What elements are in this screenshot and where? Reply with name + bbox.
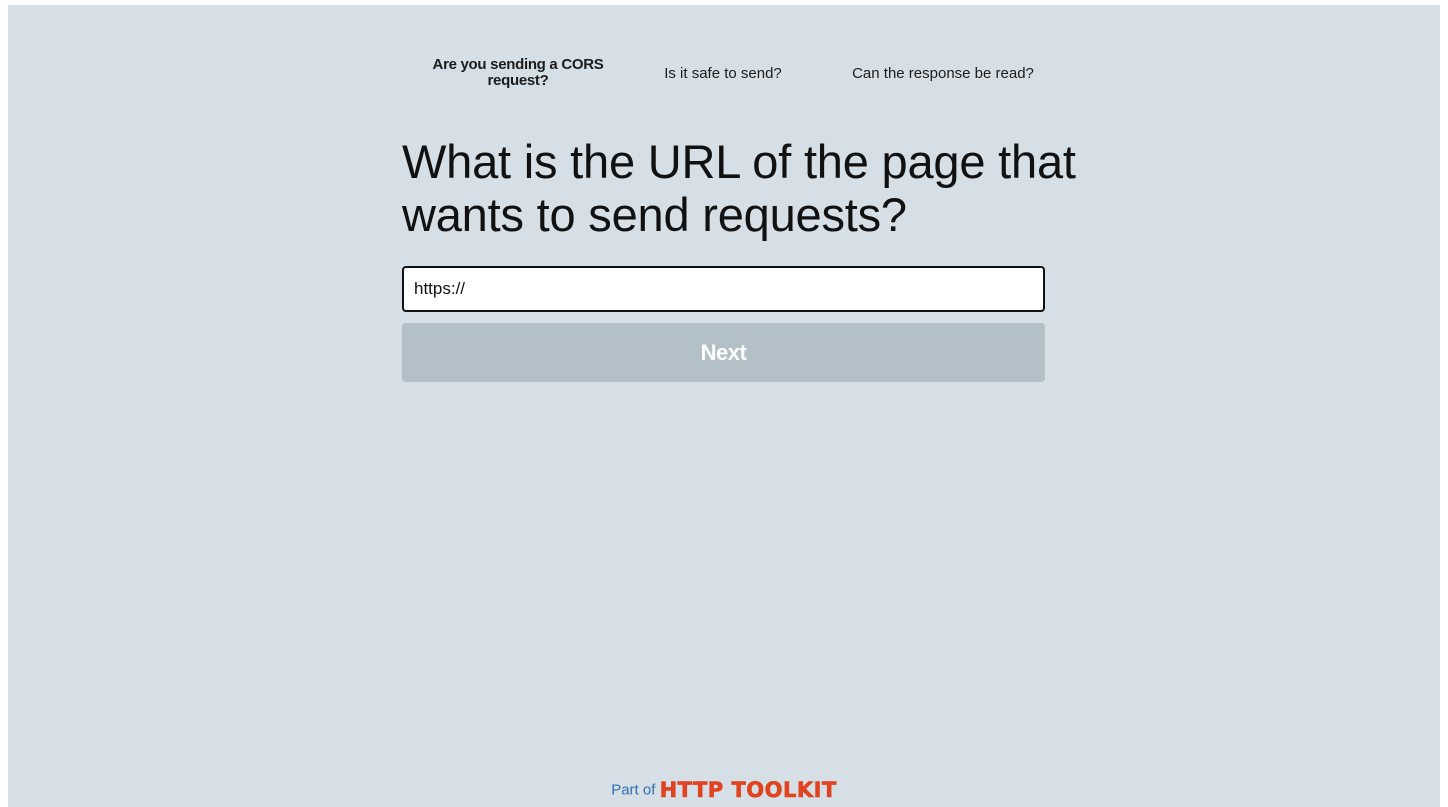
question-title: What is the URL of the page that wants t… (402, 135, 1076, 241)
page-url-input[interactable] (402, 266, 1045, 312)
step-cors-request[interactable]: Are you sending a CORS request? (418, 57, 618, 89)
footer: Part of HTTP TOOLKIT (8, 778, 1440, 803)
step-response-readable[interactable]: Can the response be read? (843, 66, 1043, 82)
next-button[interactable]: Next (402, 323, 1045, 382)
step-safe-to-send[interactable]: Is it safe to send? (658, 66, 788, 82)
http-toolkit-logo-link[interactable]: HTTP TOOLKIT (659, 778, 837, 803)
step-navigation: Are you sending a CORS request? Is it sa… (403, 53, 1063, 93)
page-background: Are you sending a CORS request? Is it sa… (8, 5, 1440, 807)
footer-prefix: Part of (611, 781, 656, 799)
